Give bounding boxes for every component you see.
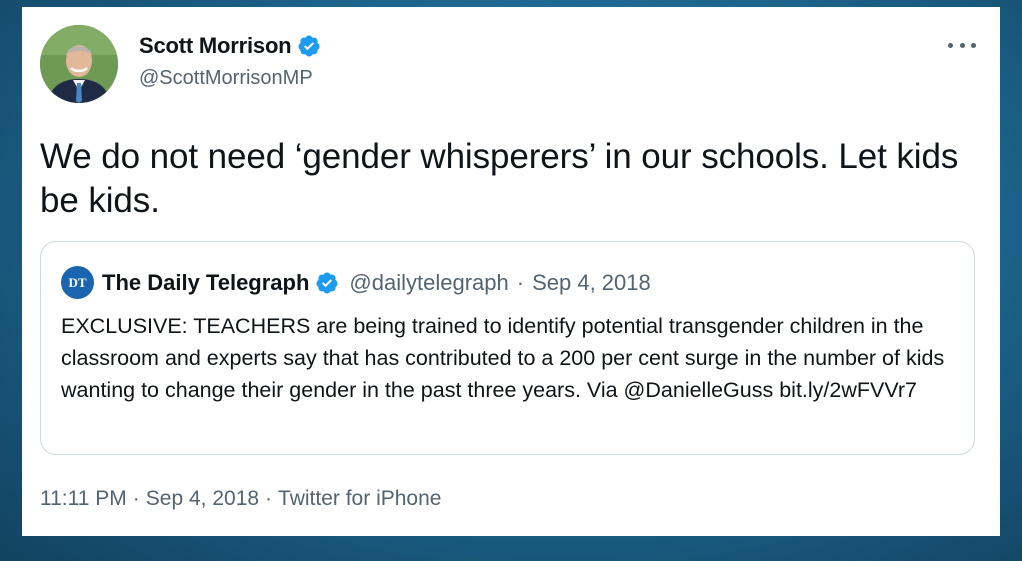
verified-badge-icon — [316, 272, 338, 293]
daily-telegraph-logo: DT — [61, 266, 94, 299]
avatar-image — [40, 25, 118, 103]
more-options-icon[interactable] — [948, 35, 976, 55]
tweet-time[interactable]: 11:11 PM — [40, 487, 127, 510]
author-name[interactable]: Scott Morrison — [139, 33, 292, 59]
more-dot — [971, 42, 976, 48]
tweet-date[interactable]: Sep 4, 2018 — [146, 487, 259, 510]
more-dot — [948, 42, 953, 48]
quoted-date: Sep 4, 2018 — [532, 269, 651, 295]
footer-separator: · — [132, 487, 140, 510]
quoted-tweet[interactable]: DT The Daily Telegraph @dailytelegraph ·… — [40, 241, 975, 455]
quoted-tweet-header: DT The Daily Telegraph @dailytelegraph ·… — [61, 266, 651, 299]
quoted-author-handle: @dailytelegraph — [349, 269, 509, 295]
quoted-tweet-text: EXCLUSIVE: TEACHERS are being trained to… — [61, 314, 945, 402]
verified-badge-icon — [298, 35, 320, 57]
footer-separator: · — [265, 487, 273, 510]
more-dot — [959, 42, 965, 48]
tweet-text: We do not need ‘gender whisperers’ in ou… — [40, 137, 959, 220]
tweet-card: Scott Morrison @ScottMorrisonMP We do no… — [22, 7, 1000, 536]
author-name-row: Scott Morrison — [139, 33, 321, 59]
quoted-separator: · — [516, 269, 525, 295]
quoted-author-name: The Daily Telegraph — [102, 269, 310, 295]
author-handle[interactable]: @ScottMorrisonMP — [139, 67, 313, 90]
tweet-client[interactable]: Twitter for iPhone — [278, 487, 441, 510]
author-avatar[interactable] — [40, 25, 118, 103]
tweet-footer: 11:11 PM · Sep 4, 2018 · Twitter for iPhone — [40, 487, 441, 511]
